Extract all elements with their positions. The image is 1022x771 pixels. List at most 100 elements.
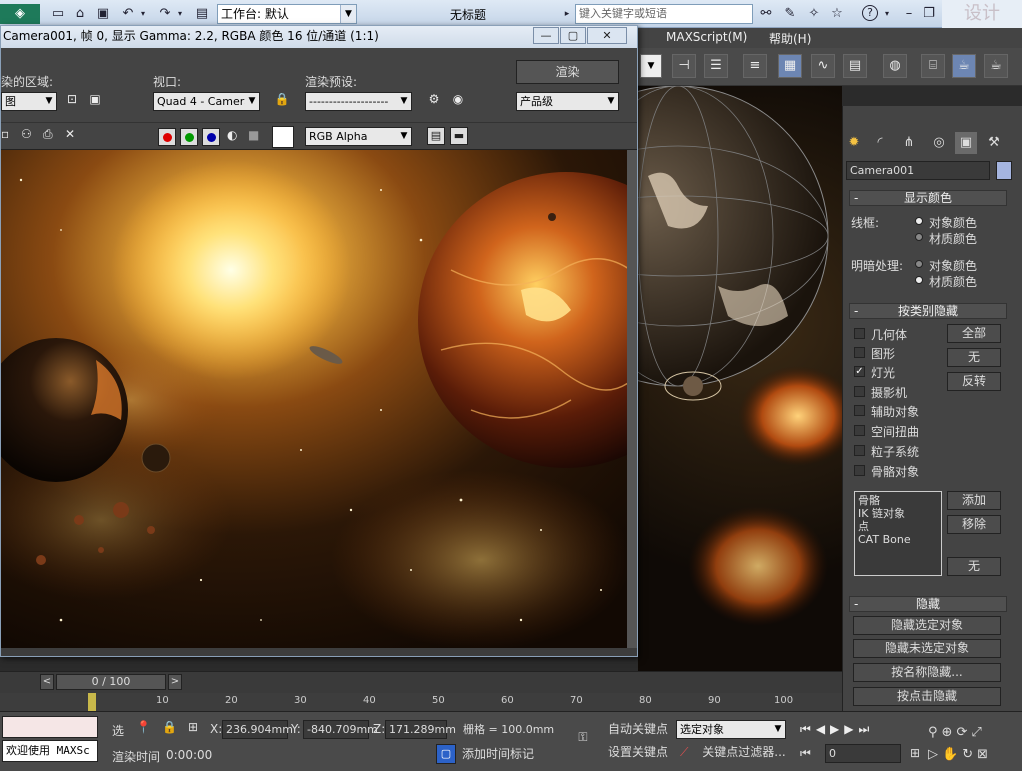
hide-invert-button[interactable]: 反转 (947, 372, 1001, 391)
list-item[interactable]: 点 (858, 520, 938, 533)
hide-selected-button[interactable]: 隐藏选定对象 (853, 616, 1001, 635)
auto-key-button[interactable]: 自动关键点 (605, 720, 671, 739)
workspace-select[interactable]: 工作台: 默认 ▼ (217, 4, 357, 24)
modify-tab-icon[interactable]: ◜ (869, 132, 891, 154)
go-to-end-icon[interactable]: ⏭ (859, 722, 875, 736)
print-image-icon[interactable]: ⎙ (43, 127, 53, 142)
x-coordinate-field[interactable]: 236.904mm (222, 720, 293, 739)
binoculars-icon[interactable]: ⚯ (757, 5, 775, 23)
maximize-viewport-icon[interactable]: ⤢ (971, 725, 985, 740)
display-channel-dropdown[interactable]: RGB Alpha ▼ (305, 127, 412, 146)
star-tools-icon[interactable]: ✧ (805, 5, 823, 23)
checkbox-lights[interactable]: ✓ (854, 366, 865, 377)
save-file-icon[interactable]: ▣ (93, 4, 113, 24)
close-window-icon[interactable]: ✕ (587, 27, 627, 44)
checkbox-shapes[interactable] (854, 347, 865, 358)
edit-region-icon[interactable]: ⊡ (63, 92, 81, 110)
favorites-star-icon[interactable]: ☆ (828, 5, 846, 23)
checkbox-helpers[interactable] (854, 405, 865, 416)
undo-dropdown-icon[interactable]: ▾ (138, 4, 148, 24)
minimize-app-icon[interactable]: – (900, 5, 918, 23)
scene-explorer-icon[interactable]: ▦ (778, 54, 802, 78)
undo-icon[interactable]: ↶ (118, 4, 138, 24)
clone-window-icon[interactable]: ⚇ (21, 127, 32, 141)
time-tag-icon[interactable]: ▢ (436, 744, 456, 764)
hide-none-button[interactable]: 无 (947, 348, 1001, 367)
mirror-icon[interactable]: ⊣ (672, 54, 696, 78)
next-key-icon[interactable]: ▶ (844, 722, 858, 736)
hide-by-name-button[interactable]: 按名称隐藏... (853, 663, 1001, 682)
list-item[interactable]: CAT Bone (858, 533, 938, 546)
display-tab-icon[interactable]: ▣ (955, 132, 977, 154)
utilities-tab-icon[interactable]: ⚒ (983, 132, 1005, 154)
set-key-button[interactable]: 设置关键点 (605, 743, 671, 762)
create-tab-icon[interactable]: ✹ (843, 132, 865, 154)
rollout-hide-by-category[interactable]: - 按类别隐藏 (849, 303, 1007, 319)
zoom-icon[interactable]: ⚲ (928, 725, 942, 740)
auto-region-icon[interactable]: ▣ (86, 92, 104, 110)
time-config-icon[interactable]: ⊞ (910, 746, 920, 760)
maxscript-listener-pink[interactable] (2, 716, 98, 738)
checkbox-bone-objects[interactable] (854, 465, 865, 476)
menu-item-maxscript[interactable]: MAXScript(M) (666, 30, 747, 44)
track-bar[interactable]: 10 20 30 40 50 60 70 80 90 100 (0, 693, 842, 711)
absolute-mode-icon[interactable]: ⊞ (188, 720, 198, 734)
checkbox-cameras[interactable] (854, 386, 865, 397)
viewport-camera[interactable] (527, 85, 858, 671)
list-item[interactable]: 骨骼 (858, 494, 938, 507)
new-file-icon[interactable]: ▭ (48, 4, 68, 24)
hide-by-hit-button[interactable]: 按点击隐藏 (853, 687, 1001, 706)
minimize-window-icon[interactable]: — (533, 27, 559, 44)
next-frame-arrow-icon[interactable]: > (168, 674, 182, 690)
area-to-render-dropdown[interactable]: 图 ▼ (1, 92, 57, 111)
play-icon[interactable]: ▶ (830, 722, 844, 736)
key-icon[interactable]: ⚿ (568, 730, 598, 750)
prev-frame-arrow-icon[interactable]: < (40, 674, 54, 690)
zoom-all-icon[interactable]: ⊕ (942, 725, 957, 740)
maximize-window-icon[interactable]: ▢ (560, 27, 586, 44)
environment-effects-icon[interactable]: ◉ (449, 92, 467, 110)
checkbox-space-warps[interactable] (854, 425, 865, 436)
expand-arrow-icon[interactable]: ▸ (562, 4, 572, 24)
shaded-material-color-radio[interactable] (915, 276, 923, 284)
viewport-dropdown[interactable]: Quad 4 - Camera( ▼ (153, 92, 260, 111)
render-preset-dropdown[interactable]: -------------------- ▼ (305, 92, 412, 111)
render-setup-icon[interactable]: ⚙ (425, 92, 443, 110)
add-category-button[interactable]: 添加 (947, 491, 1001, 510)
red-channel-toggle[interactable] (158, 128, 176, 146)
curve-editor-icon[interactable]: ∿ (811, 54, 835, 78)
clear-image-icon[interactable]: ✕ (65, 127, 75, 141)
help-dropdown-icon[interactable]: ▾ (882, 5, 892, 23)
hide-unselected-button[interactable]: 隐藏未选定对象 (853, 639, 1001, 658)
render-quality-dropdown[interactable]: 产品级 ▼ (516, 92, 619, 111)
clear-category-button[interactable]: 无 (947, 557, 1001, 576)
render-setup-icon[interactable]: ⌸ (921, 54, 945, 78)
time-slider[interactable]: 0 / 100 (56, 674, 166, 690)
search-input[interactable]: 键入关键字或短语 (575, 4, 753, 24)
current-frame-field[interactable]: 0 (825, 744, 901, 763)
z-coordinate-field[interactable]: 171.289mm (385, 720, 456, 739)
menu-item-help[interactable]: 帮助(H) (769, 30, 811, 47)
blue-channel-toggle[interactable] (202, 128, 220, 146)
save-image-icon[interactable]: ▫ (1, 127, 9, 141)
motion-tab-icon[interactable]: ◎ (928, 132, 950, 154)
rollout-hide[interactable]: - 隐藏 (849, 596, 1007, 612)
field-of-view-icon[interactable]: ▷ (928, 747, 942, 762)
rendered-frame-window-icon[interactable]: ☕ (952, 54, 976, 78)
render-production-icon[interactable]: ☕ (984, 54, 1008, 78)
align-icon[interactable]: ☰ (704, 54, 728, 78)
app-logo-icon[interactable]: ◈ (0, 4, 40, 24)
maxscript-listener-white[interactable]: 欢迎使用 MAXSc (2, 740, 98, 762)
checkbox-geometry[interactable] (854, 328, 865, 339)
help-icon[interactable]: ? (862, 5, 878, 21)
color-swatch[interactable] (272, 126, 294, 148)
redo-dropdown-icon[interactable]: ▾ (175, 4, 185, 24)
green-channel-toggle[interactable] (180, 128, 198, 146)
prev-key-icon[interactable]: ◀ (816, 722, 830, 736)
hide-all-button[interactable]: 全部 (947, 324, 1001, 343)
render-window-scrollbar[interactable] (627, 150, 637, 648)
toggle-ui-icon[interactable]: ▬ (450, 127, 468, 145)
object-name-field[interactable]: Camera001 (846, 161, 990, 180)
selection-set-dropdown[interactable]: 选定对象 ▼ (676, 720, 786, 739)
wireframe-material-color-radio[interactable] (915, 233, 923, 241)
